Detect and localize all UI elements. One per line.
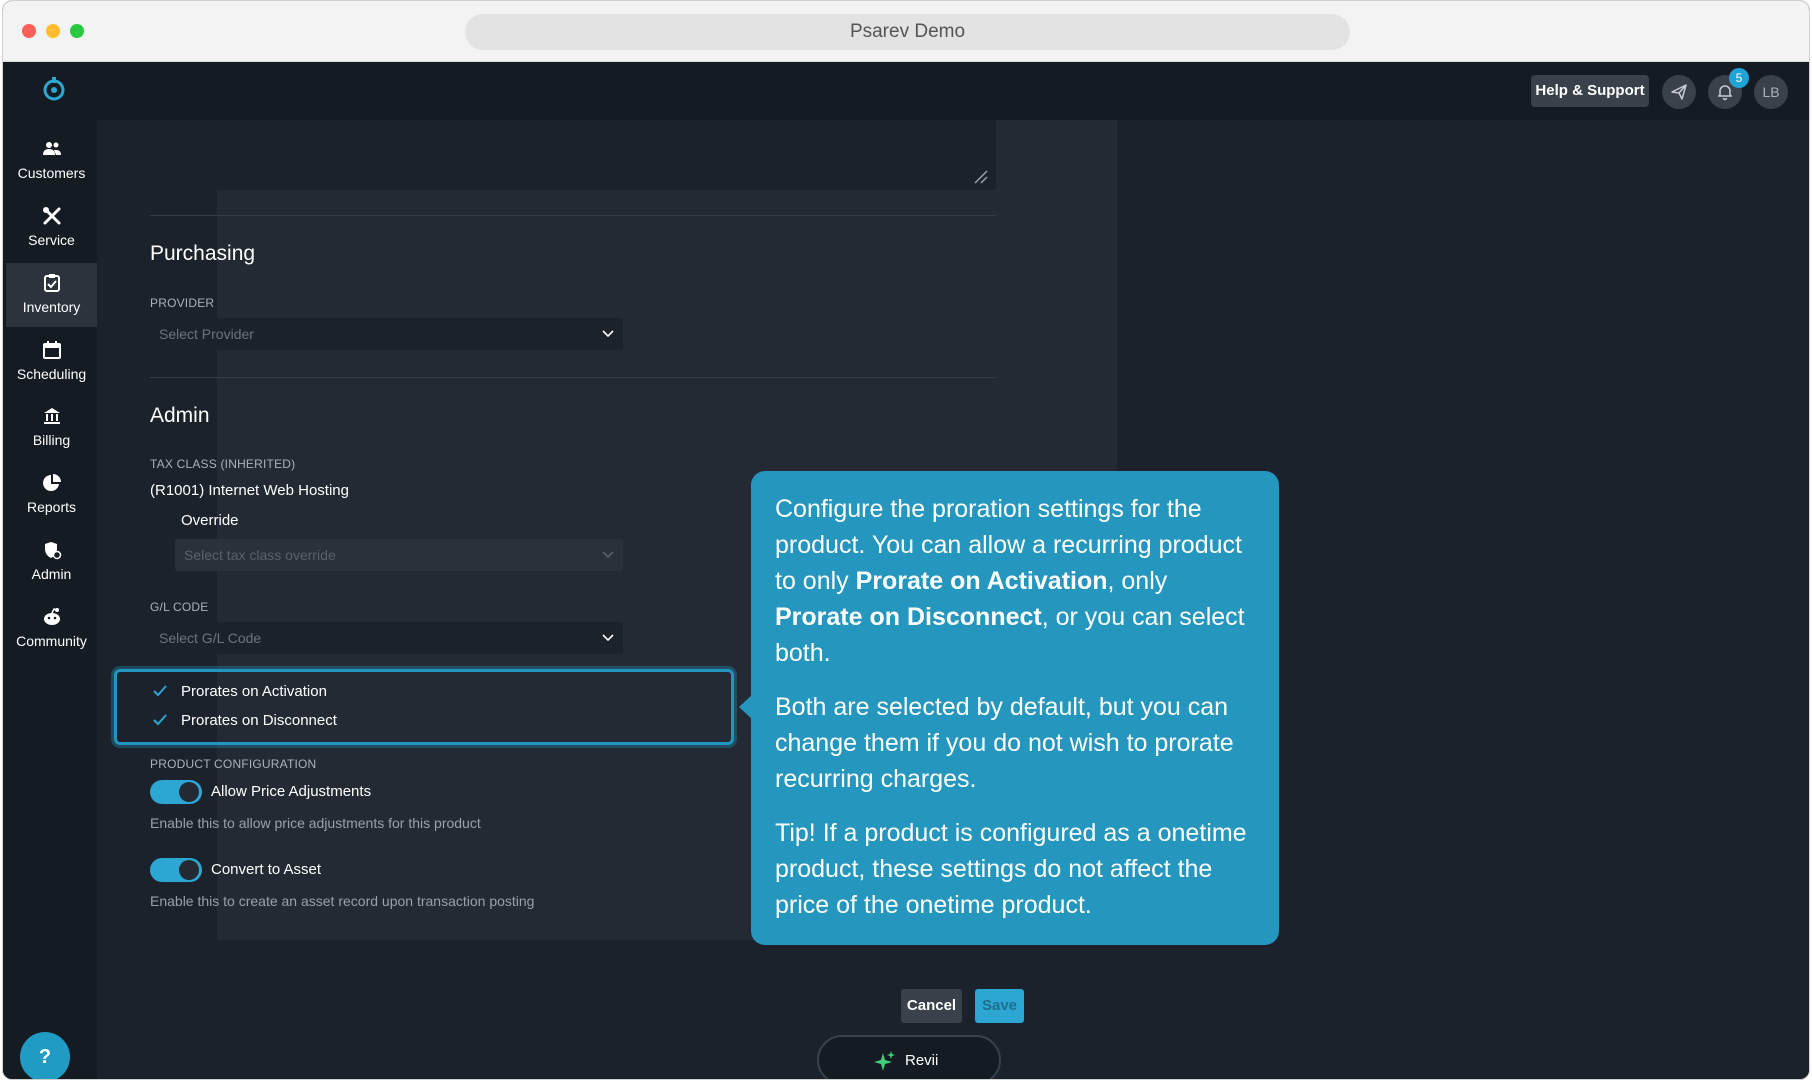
- app-logo-icon[interactable]: [39, 74, 69, 104]
- chevron-down-icon: [602, 330, 614, 338]
- sidebar-item-customers[interactable]: Customers: [6, 129, 97, 193]
- tax-class-value: (R1001) Internet Web Hosting: [150, 482, 349, 499]
- save-button[interactable]: Save: [975, 989, 1024, 1023]
- sidebar-item-service[interactable]: Service: [6, 196, 97, 260]
- sidebar-item-label: Community: [16, 633, 87, 649]
- resize-handle-icon[interactable]: [972, 168, 988, 184]
- service-icon: [43, 207, 61, 225]
- provider-select-placeholder: Select Provider: [159, 326, 254, 342]
- section-divider: [150, 377, 996, 378]
- prorates-on-activation-label: Prorates on Activation: [181, 683, 327, 700]
- tooltip-paragraph-1: Configure the proration settings for the…: [775, 495, 1245, 667]
- minimize-window-button[interactable]: [46, 24, 60, 38]
- calendar-icon: [43, 341, 61, 359]
- chevron-down-icon: [602, 634, 614, 642]
- sparkle-icon: [874, 1051, 895, 1071]
- provider-label: PROVIDER: [150, 296, 215, 310]
- help-support-button[interactable]: Help & Support: [1531, 75, 1649, 107]
- bell-icon: [1718, 85, 1732, 101]
- paper-plane-icon: [1671, 84, 1687, 100]
- checkmark-icon[interactable]: [151, 682, 169, 700]
- top-navigation-bar: Help & Support 5 LB: [3, 62, 1809, 120]
- sidebar-item-community[interactable]: Community: [6, 597, 97, 661]
- inventory-icon: [44, 274, 60, 292]
- revii-label: Revii: [905, 1052, 939, 1069]
- admin-icon: [45, 542, 62, 560]
- bank-icon: [44, 408, 60, 424]
- sidebar-item-label: Billing: [32, 432, 71, 448]
- chevron-down-icon: [602, 551, 614, 559]
- section-divider: [150, 215, 996, 216]
- tax-class-label: TAX CLASS (INHERITED): [150, 457, 296, 471]
- allow-price-adjustments-toggle[interactable]: [150, 780, 202, 804]
- provider-select[interactable]: Select Provider: [150, 318, 623, 350]
- gl-code-select[interactable]: Select G/L Code: [150, 622, 623, 654]
- title-bar: Psarev Demo: [3, 1, 1809, 62]
- tax-override-placeholder: Select tax class override: [184, 547, 336, 563]
- allow-price-help-text: Enable this to allow price adjustments f…: [150, 815, 481, 831]
- proration-highlight-box: [114, 669, 734, 745]
- sidebar-item-label: Scheduling: [16, 366, 87, 382]
- community-icon: [44, 608, 60, 625]
- revii-button[interactable]: Revii: [817, 1035, 1001, 1079]
- tooltip-paragraph-2: Both are selected by default, but you ca…: [775, 693, 1234, 793]
- tooltip-paragraph-3: Tip! If a product is configured as a one…: [775, 819, 1247, 919]
- help-fab-button[interactable]: ?: [20, 1032, 70, 1079]
- cancel-button[interactable]: Cancel: [901, 989, 962, 1023]
- convert-to-asset-help-text: Enable this to create an asset record up…: [150, 893, 535, 909]
- window-title: Psarev Demo: [465, 14, 1350, 50]
- sidebar-item-label: Service: [28, 232, 75, 248]
- description-textarea[interactable]: [150, 120, 996, 190]
- sidebar-item-label: Inventory: [22, 299, 81, 315]
- pie-chart-icon: [43, 474, 61, 491]
- sidebar-item-reports[interactable]: Reports: [6, 463, 97, 527]
- purchasing-section-title: Purchasing: [150, 242, 256, 265]
- sidebar-item-inventory[interactable]: Inventory: [6, 263, 97, 327]
- admin-section-title: Admin: [150, 404, 210, 427]
- sidebar-item-billing[interactable]: Billing: [6, 396, 97, 460]
- user-avatar[interactable]: LB: [1754, 75, 1788, 109]
- send-button[interactable]: [1662, 75, 1696, 109]
- sidebar-item-label: Reports: [26, 499, 77, 515]
- sidebar-item-label: Admin: [31, 566, 72, 582]
- override-label: Override: [181, 512, 239, 529]
- product-configuration-label: PRODUCT CONFIGURATION: [150, 757, 317, 771]
- convert-to-asset-label: Convert to Asset: [211, 861, 322, 878]
- convert-to-asset-toggle[interactable]: [150, 858, 202, 882]
- walkthrough-tooltip: Configure the proration settings for the…: [751, 471, 1279, 945]
- sidebar-item-admin[interactable]: Admin: [6, 530, 97, 594]
- allow-price-adjustments-label: Allow Price Adjustments: [211, 783, 372, 800]
- customers-icon: [43, 142, 61, 155]
- notification-count-badge: 5: [1729, 68, 1749, 88]
- app-window: Psarev Demo Help & Support 5 LB Customer…: [2, 0, 1810, 1080]
- checkmark-icon[interactable]: [151, 711, 169, 729]
- gl-code-label: G/L CODE: [150, 600, 209, 614]
- tax-class-override-select[interactable]: Select tax class override: [175, 539, 623, 571]
- sidebar-item-scheduling[interactable]: Scheduling: [6, 330, 97, 394]
- close-window-button[interactable]: [22, 24, 36, 38]
- prorates-on-disconnect-label: Prorates on Disconnect: [181, 712, 337, 729]
- zoom-window-button[interactable]: [70, 24, 84, 38]
- sidebar-item-label: Customers: [17, 165, 86, 181]
- gl-code-placeholder: Select G/L Code: [159, 630, 262, 646]
- sidebar: Customers Service Inventory Scheduling B…: [3, 120, 97, 1079]
- override-checkbox[interactable]: [151, 511, 169, 529]
